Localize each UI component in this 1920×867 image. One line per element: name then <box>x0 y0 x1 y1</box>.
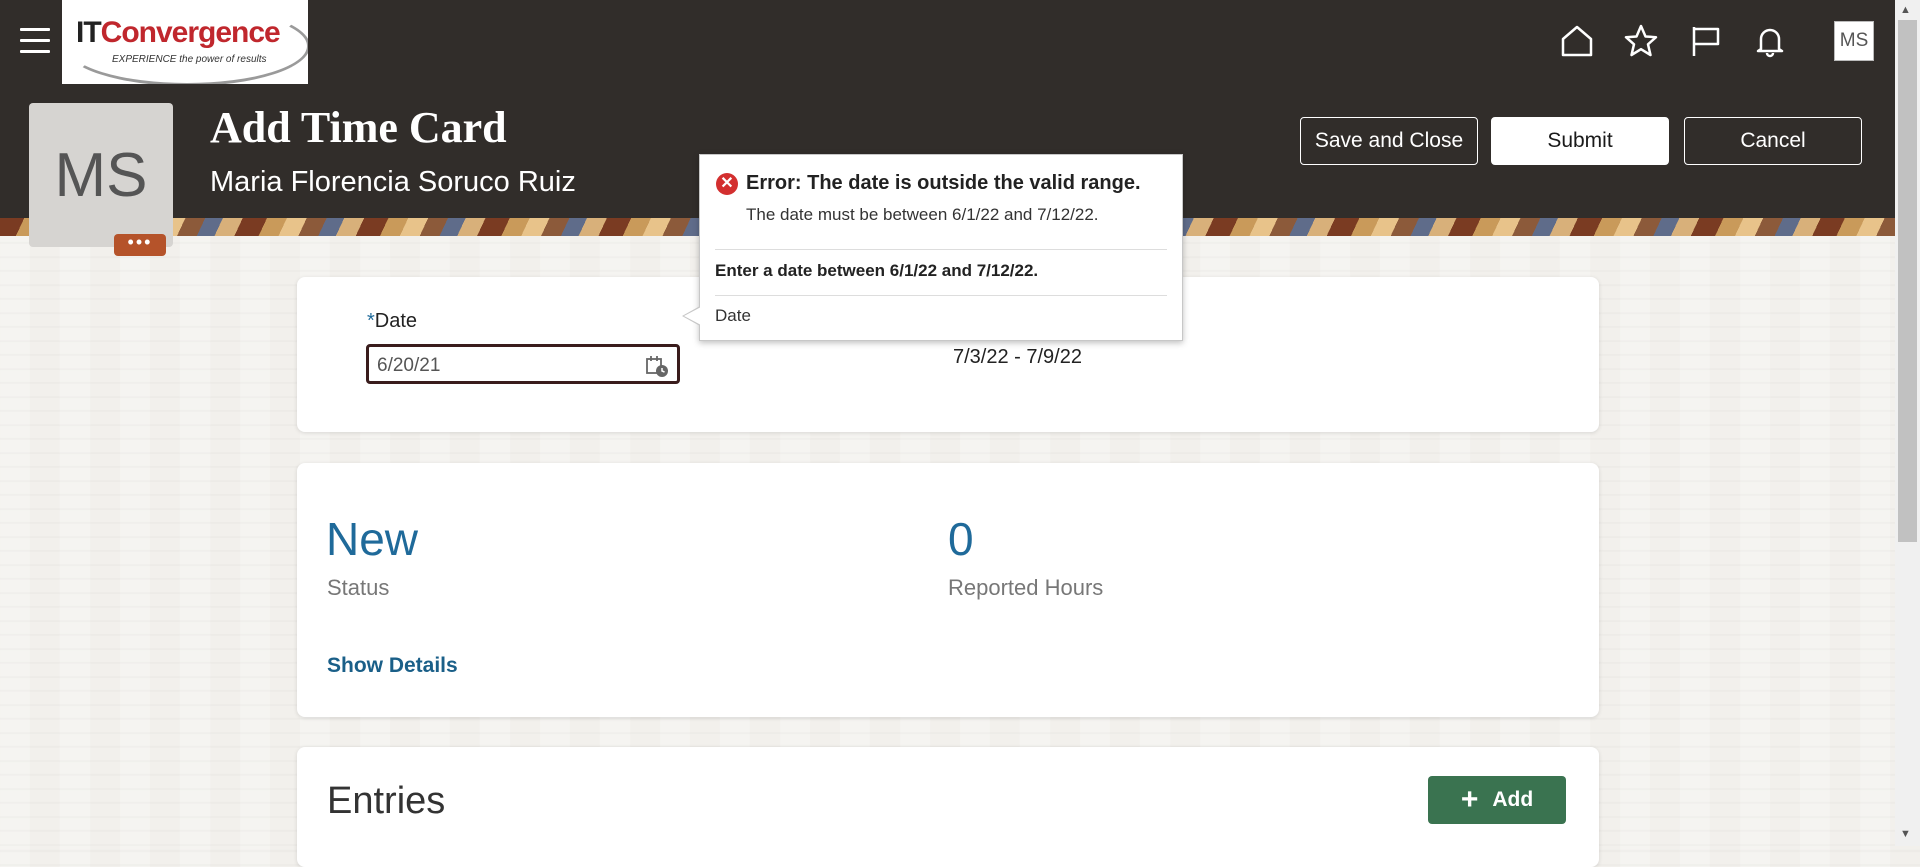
date-input[interactable]: 6/20/21 <box>366 344 680 384</box>
user-menu-button[interactable]: MS <box>1834 21 1874 61</box>
scrollbar-thumb[interactable] <box>1898 20 1917 542</box>
company-logo[interactable]: ITConvergence EXPERIENCE the power of re… <box>62 0 308 84</box>
entries-heading: Entries <box>327 780 446 822</box>
employee-avatar: MS <box>29 103 173 247</box>
status-value: New <box>326 513 419 565</box>
date-field-label: *Date <box>367 310 418 332</box>
logo-tagline: EXPERIENCE the power of results <box>112 54 267 65</box>
flag-icon[interactable] <box>1687 22 1725 60</box>
favorites-star-icon[interactable] <box>1622 22 1660 60</box>
add-button-label: Add <box>1492 788 1534 811</box>
popup-pointer-inner <box>684 307 701 325</box>
entries-card <box>297 747 1599 867</box>
error-message-popup: ✕ Error: The date is outside the valid r… <box>699 154 1183 341</box>
logo-text: ITConvergence <box>76 16 281 49</box>
time-period-value: 7/3/22 - 7/9/22 <box>953 346 1082 368</box>
error-icon: ✕ <box>716 173 738 195</box>
employee-name: Maria Florencia Soruco Ruiz <box>210 166 576 198</box>
plus-icon: + <box>1460 783 1479 816</box>
submit-button[interactable]: Submit <box>1491 117 1669 165</box>
error-hint: Enter a date between 6/1/22 and 7/12/22. <box>715 261 1039 280</box>
page-title: Add Time Card <box>210 103 507 152</box>
required-marker: * <box>367 310 375 332</box>
home-icon[interactable] <box>1558 22 1596 60</box>
reported-hours-label: Reported Hours <box>948 575 1104 600</box>
save-and-close-button[interactable]: Save and Close <box>1300 117 1478 165</box>
reported-hours-value: 0 <box>948 513 974 565</box>
show-details-link[interactable]: Show Details <box>327 654 458 678</box>
scroll-up-arrow-icon[interactable]: ▲ <box>1900 4 1911 16</box>
scroll-down-arrow-icon[interactable]: ▼ <box>1900 828 1911 840</box>
date-input-value: 6/20/21 <box>377 355 441 376</box>
divider <box>715 249 1167 250</box>
add-entry-button[interactable]: + Add <box>1428 776 1566 824</box>
error-field-label: Date <box>715 306 751 325</box>
notifications-bell-icon[interactable] <box>1751 22 1789 60</box>
calendar-icon[interactable] <box>645 354 669 378</box>
status-label: Status <box>327 575 390 600</box>
error-detail: The date must be between 6/1/22 and 7/12… <box>746 205 1099 224</box>
menu-icon[interactable] <box>20 28 50 54</box>
cancel-button[interactable]: Cancel <box>1684 117 1862 165</box>
error-title: Error: The date is outside the valid ran… <box>746 172 1141 194</box>
avatar-more-options-button[interactable]: ••• <box>114 233 166 256</box>
divider <box>715 295 1167 296</box>
